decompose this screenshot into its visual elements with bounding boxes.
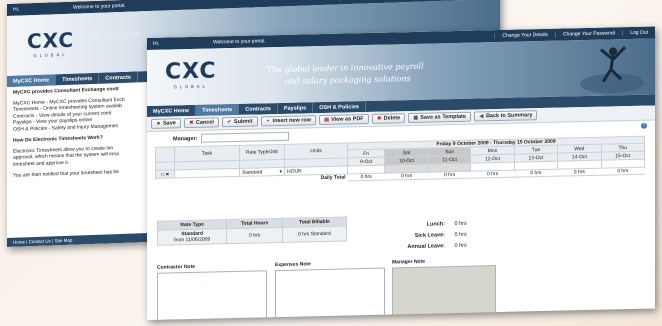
tagline-line-1: The global leader in innovative payroll [267,61,424,75]
timesheet-grid: Task Rate Type/Job Units Friday 9 Octobe… [155,136,645,186]
col-units: Units [284,142,348,160]
submit-icon: ✔ [227,118,232,125]
timesheet-window: Hi, Welcome to your portal. Change Your … [147,26,655,321]
cancel-icon: ✖ [189,119,194,126]
nav-contracts[interactable]: Contracts [239,103,278,115]
nav-payslips[interactable]: Payslips [277,102,314,115]
save-button[interactable]: ■ Save [151,118,181,129]
rate-summary-table: Rate Type Total Hours Total Billable Sta… [157,216,347,246]
daily-total-sat: 0 hrs [384,172,429,181]
runner-image [580,46,644,94]
cxc-logo: CXC GLOBAL [165,58,217,90]
nav-contracts[interactable]: Contracts [99,71,138,84]
change-details-link[interactable]: Change Your Details [339,0,400,2]
annual-leave-label: Annual Leave: [407,243,445,251]
view-pdf-button[interactable]: ▤ View as PDF [319,113,369,126]
leave-summary: Lunch: 0 hrs Sick Leave: 0 hrs Annual Le… [397,219,467,254]
nav-home[interactable]: MyCXC Home [7,74,57,87]
delete-button[interactable]: ✖ Delete [371,113,406,124]
timesheet-form: Manager: ? Task Rate Type/Job Units Frid… [147,120,655,186]
submit-button[interactable]: ✔ Submit [221,116,258,128]
daily-total-tue: 0 hrs [514,169,558,178]
daily-total-mon: 0 hrs [470,170,515,179]
total-billable-value: 0 hrs Standard [282,225,347,243]
footer-links[interactable]: Home | Contact Us | Site Map [13,238,72,245]
expenses-note-input[interactable] [275,267,385,319]
header-banner: CXC GLOBAL The global leader in innovativ… [147,38,655,107]
save-icon: ■ [156,120,161,127]
cancel-button[interactable]: ✖ Cancel [183,117,219,129]
manager-field[interactable] [201,131,290,143]
daily-total-sun: 0 hrs [428,171,471,180]
cxc-logo: CXC GLOBAL [27,27,75,59]
contractor-note-label: Contractor Note [157,263,196,271]
insert-row-icon: + [266,117,270,124]
insert-row-button[interactable]: + Insert new row [260,115,317,127]
dropdown-arrow-icon: ▾ [279,168,282,175]
expenses-note-label: Expenses Note [275,261,311,269]
logout-link[interactable]: Log Out [622,29,655,37]
greeting: Hi, [153,40,160,47]
contractor-note-input[interactable] [157,270,267,321]
nav-osh-policies[interactable]: OSH & Policies [313,101,366,114]
manager-note-input [392,265,496,316]
sick-leave-value: 0 hrs [454,231,467,239]
manager-label: Manager: [173,135,198,142]
lunch-value: 0 hrs [454,220,467,228]
daily-total-thu: 0 hrs [601,167,645,176]
annual-leave-value: 0 hrs [454,242,467,250]
manager-note-label: Manager Note [392,258,426,266]
save-template-button[interactable]: ▦ Save as Template [408,111,471,124]
delete-icon: ✖ [377,115,382,122]
pdf-icon: ▤ [324,116,329,123]
daily-total-fri: 0 hrs [347,173,385,181]
back-icon: ◀ [479,112,484,119]
rate-cell: Standard from 11/06/2009 [157,228,227,246]
daily-total-wed: 0 hrs [557,168,602,177]
template-icon: ▦ [413,114,419,121]
nav-timesheets[interactable]: Timesheets [196,103,240,116]
back-summary-button[interactable]: ◀ Back to Summary [473,110,538,122]
col-rate-type: Rate Type/Job [239,144,285,161]
col-task: Task [174,145,240,162]
tagline-line-2: and salary packaging solutions [285,74,411,86]
change-password-link[interactable]: Change Your Password [554,30,623,38]
nav-home[interactable]: MyCXC Home [147,104,197,117]
greeting: Hi, [13,6,20,13]
back-tagline: The global le [87,29,140,41]
nav-timesheets[interactable]: Timesheets [56,72,100,86]
total-hours-value: 0 hrs [226,227,283,244]
change-details-link[interactable]: Change Your Details [494,31,555,40]
